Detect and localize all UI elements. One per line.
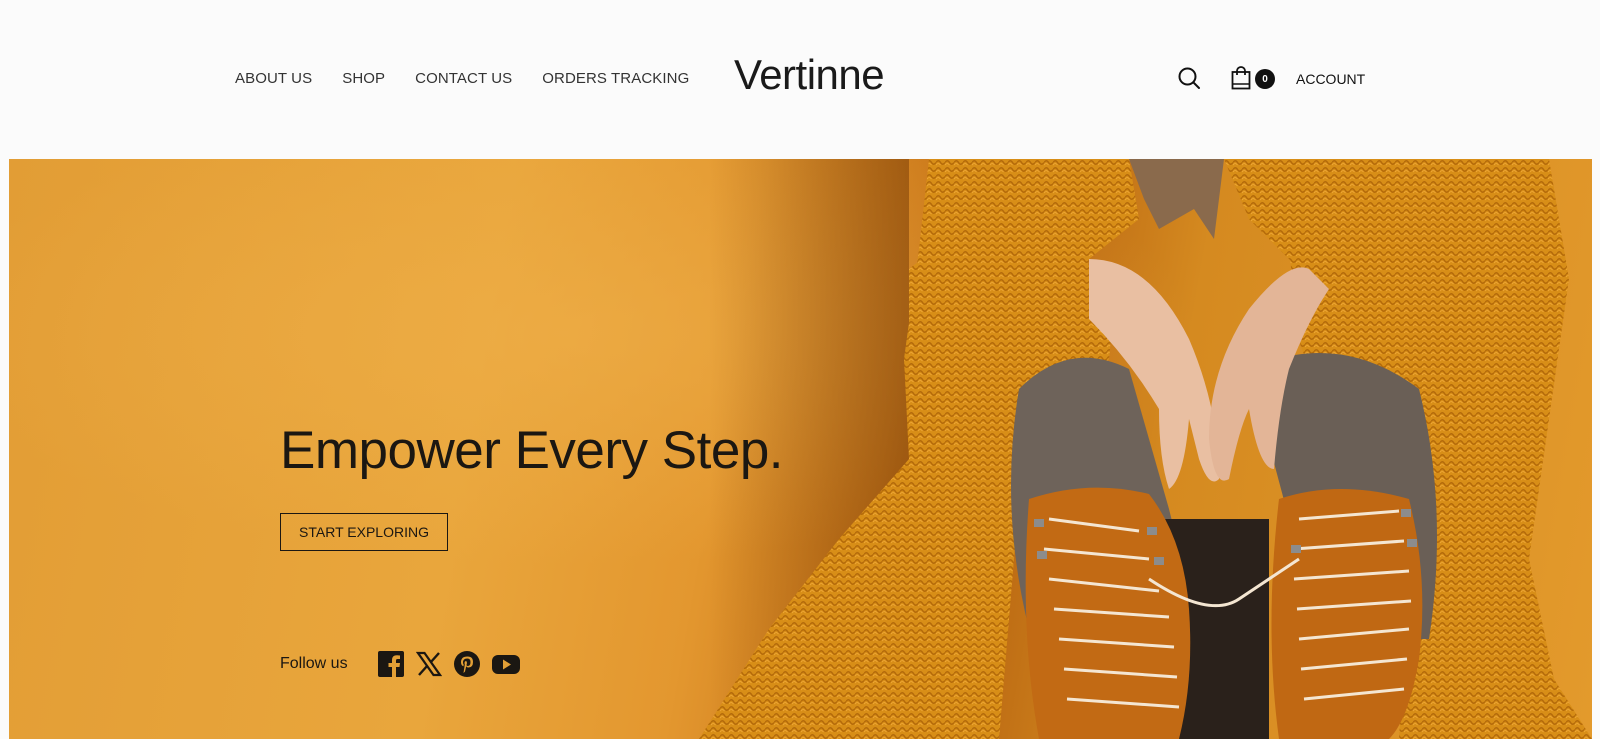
nav-shop[interactable]: SHOP <box>342 70 385 87</box>
social-follow: Follow us <box>280 651 520 677</box>
cart-count-badge: 0 <box>1255 69 1275 89</box>
site-header: ABOUT US SHOP CONTACT US ORDERS TRACKING… <box>0 0 1600 159</box>
facebook-icon <box>377 651 404 677</box>
cart-button[interactable]: 0 <box>1231 66 1277 92</box>
search-button[interactable] <box>1177 66 1201 90</box>
shopping-bag-icon <box>1231 66 1251 90</box>
pinterest-icon <box>453 651 480 677</box>
main-nav: ABOUT US SHOP CONTACT US ORDERS TRACKING <box>235 70 689 87</box>
account-link[interactable]: ACCOUNT <box>1296 71 1365 87</box>
hero-banner: Empower Every Step. START EXPLORING Foll… <box>9 159 1592 739</box>
nav-contact-us[interactable]: CONTACT US <box>415 70 512 87</box>
follow-label: Follow us <box>280 655 348 672</box>
hero-headline: Empower Every Step. <box>280 421 784 480</box>
start-exploring-button[interactable]: START EXPLORING <box>280 513 448 551</box>
site-logo[interactable]: Vertinne <box>734 54 885 96</box>
search-icon <box>1178 67 1200 89</box>
youtube-link[interactable] <box>491 651 520 677</box>
nav-orders-tracking[interactable]: ORDERS TRACKING <box>542 70 689 87</box>
x-link[interactable] <box>415 651 442 677</box>
pinterest-link[interactable] <box>453 651 480 677</box>
facebook-link[interactable] <box>377 651 404 677</box>
social-links <box>377 651 520 677</box>
hero-image <box>9 159 1592 739</box>
nav-about-us[interactable]: ABOUT US <box>235 70 312 87</box>
youtube-icon <box>491 655 520 674</box>
x-icon <box>415 651 442 677</box>
